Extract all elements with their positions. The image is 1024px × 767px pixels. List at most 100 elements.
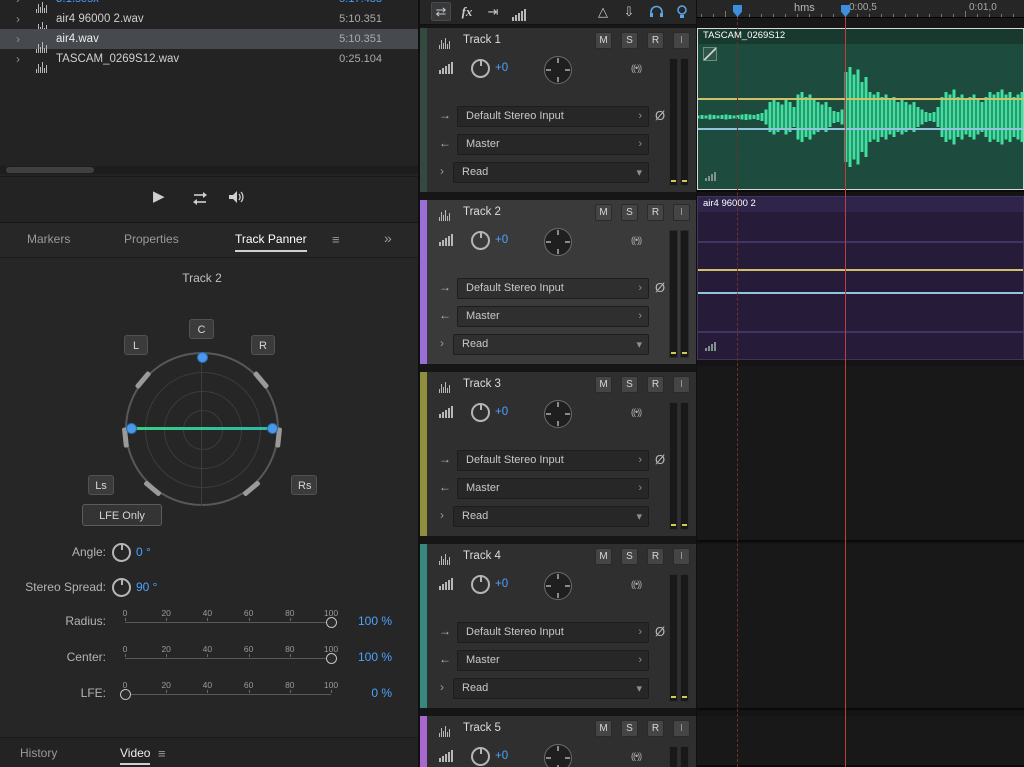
track-solo-button[interactable]: S xyxy=(621,720,638,737)
radius-slider[interactable]: 0 20 40 60 80 100 xyxy=(112,608,352,634)
input-select[interactable]: Default Stereo Input› xyxy=(457,106,649,127)
slider-handle[interactable] xyxy=(326,617,337,628)
track-mute-button[interactable]: M xyxy=(595,204,612,221)
polarity-icon[interactable]: Ø xyxy=(655,108,665,123)
track-arm-button[interactable]: R xyxy=(647,376,664,393)
volume-value[interactable]: +0 xyxy=(495,406,508,418)
track-solo-button[interactable]: S xyxy=(621,548,638,565)
track-solo-button[interactable]: S xyxy=(621,376,638,393)
monitor-input-icon[interactable]: ((•)) xyxy=(631,407,641,417)
disclosure-chevron-icon[interactable]: › xyxy=(16,0,20,9)
track-color-strip[interactable] xyxy=(420,544,427,708)
polarity-icon[interactable]: Ø xyxy=(655,624,665,639)
track-solo-button[interactable]: S xyxy=(621,204,638,221)
metronome-icon[interactable]: △ xyxy=(593,2,613,21)
panel-menu-icon[interactable]: ≡ xyxy=(158,746,166,761)
pan-knob[interactable] xyxy=(544,56,572,84)
track-monitor-input-button[interactable]: I xyxy=(673,720,690,737)
speaker-button-rs[interactable]: Rs xyxy=(291,475,317,495)
track-name[interactable]: Track 3 xyxy=(463,378,501,390)
param-value[interactable]: 90 ° xyxy=(136,580,157,594)
time-ruler[interactable]: hms 0:00,50:01,0 xyxy=(697,0,1024,18)
tab-markers[interactable]: Markers xyxy=(27,232,70,246)
automation-mode-select[interactable]: Read▾ xyxy=(453,678,649,699)
slip-tool-icon[interactable]: ⇥ xyxy=(483,2,503,21)
speaker-button-ls[interactable]: Ls xyxy=(88,475,114,495)
volume-value[interactable]: +0 xyxy=(495,62,508,74)
pan-knob[interactable] xyxy=(544,228,572,256)
skip-selection-icon[interactable]: ⇩ xyxy=(619,2,639,21)
input-select[interactable]: Default Stereo Input› xyxy=(457,450,649,471)
playhead-line[interactable] xyxy=(845,17,846,767)
track-lane[interactable] xyxy=(697,366,1024,542)
scrollbar-thumb[interactable] xyxy=(6,167,94,173)
tab-video[interactable]: Video xyxy=(120,746,150,765)
tab-properties[interactable]: Properties xyxy=(124,232,179,246)
automation-mode-select[interactable]: Read▾ xyxy=(453,334,649,355)
speaker-button[interactable] xyxy=(228,190,246,208)
volume-value[interactable]: +0 xyxy=(495,578,508,590)
volume-value[interactable]: +0 xyxy=(495,750,508,762)
file-row[interactable]: › air4.wav 5:10.351 xyxy=(0,29,418,49)
expand-chevron-icon[interactable]: › xyxy=(440,508,444,522)
automation-mode-select[interactable]: Read▾ xyxy=(453,506,649,527)
track-name[interactable]: Track 1 xyxy=(463,34,501,46)
track-lane[interactable] xyxy=(697,544,1024,710)
file-row[interactable]: › TASCAM_0269S12.wav 0:25.104 xyxy=(0,49,418,69)
track-arm-button[interactable]: R xyxy=(647,32,664,49)
spread-left-handle[interactable] xyxy=(126,423,137,434)
automation-mode-select[interactable]: Read▾ xyxy=(453,162,649,183)
param-value[interactable]: 100 % xyxy=(342,650,392,664)
param-value[interactable]: 100 % xyxy=(342,614,392,628)
files-horizontal-scrollbar[interactable] xyxy=(0,166,418,174)
audio-clip[interactable]: TASCAM_0269S12 xyxy=(697,28,1024,190)
track-arm-button[interactable]: R xyxy=(647,204,664,221)
polarity-icon[interactable]: Ø xyxy=(655,280,665,295)
record-light-icon[interactable] xyxy=(672,2,692,21)
track-color-strip[interactable] xyxy=(420,372,427,536)
track-color-strip[interactable] xyxy=(420,716,427,767)
lfe-slider[interactable]: 0 20 40 60 80 100 xyxy=(112,680,352,706)
tab-track-panner[interactable]: Track Panner xyxy=(235,232,307,252)
volume-knob[interactable] xyxy=(471,575,490,594)
time-format-label[interactable]: hms xyxy=(794,2,815,14)
monitor-input-icon[interactable]: ((•)) xyxy=(631,579,641,589)
fx-tool-icon[interactable]: fx xyxy=(457,2,477,21)
volume-value[interactable]: +0 xyxy=(495,234,508,246)
spread-right-handle[interactable] xyxy=(267,423,278,434)
output-select[interactable]: Master› xyxy=(457,650,649,671)
track-arm-button[interactable]: R xyxy=(647,548,664,565)
play-button[interactable]: ▶ xyxy=(153,187,165,205)
center-slider[interactable]: 0 20 40 60 80 100 xyxy=(112,644,352,670)
move-tool-icon[interactable]: ⇄ xyxy=(431,2,451,21)
panel-overflow-icon[interactable]: » xyxy=(384,230,390,246)
panel-menu-icon[interactable]: ≡ xyxy=(332,232,340,247)
meters-icon[interactable] xyxy=(509,2,529,21)
volume-knob[interactable] xyxy=(471,747,490,766)
output-select[interactable]: Master› xyxy=(457,306,649,327)
volume-envelope-line[interactable] xyxy=(698,98,1023,100)
volume-knob[interactable] xyxy=(471,403,490,422)
tab-history[interactable]: History xyxy=(20,746,57,760)
lfe-only-button[interactable]: LFE Only xyxy=(82,504,162,526)
track-monitor-input-button[interactable]: I xyxy=(673,204,690,221)
slider-handle[interactable] xyxy=(120,689,131,700)
volume-envelope-line[interactable] xyxy=(698,269,1023,271)
clip-header[interactable]: TASCAM_0269S12 xyxy=(698,29,1023,44)
pan-knob[interactable] xyxy=(544,572,572,600)
headphones-monitor-icon[interactable] xyxy=(646,2,666,21)
track-arm-button[interactable]: R xyxy=(647,720,664,737)
track-color-strip[interactable] xyxy=(420,28,427,192)
monitor-input-icon[interactable]: ((•)) xyxy=(631,751,641,761)
param-value[interactable]: 0 ° xyxy=(136,545,151,559)
output-select[interactable]: Master› xyxy=(457,478,649,499)
clip-fade-handle[interactable] xyxy=(703,47,717,61)
loop-playback-button[interactable] xyxy=(190,191,210,209)
disclosure-chevron-icon[interactable]: › xyxy=(16,29,20,49)
track-solo-button[interactable]: S xyxy=(621,32,638,49)
input-select[interactable]: Default Stereo Input› xyxy=(457,622,649,643)
pan-knob[interactable] xyxy=(544,744,572,767)
track-lane[interactable] xyxy=(697,716,1024,767)
pan-knob[interactable] xyxy=(544,400,572,428)
track-mute-button[interactable]: M xyxy=(595,720,612,737)
